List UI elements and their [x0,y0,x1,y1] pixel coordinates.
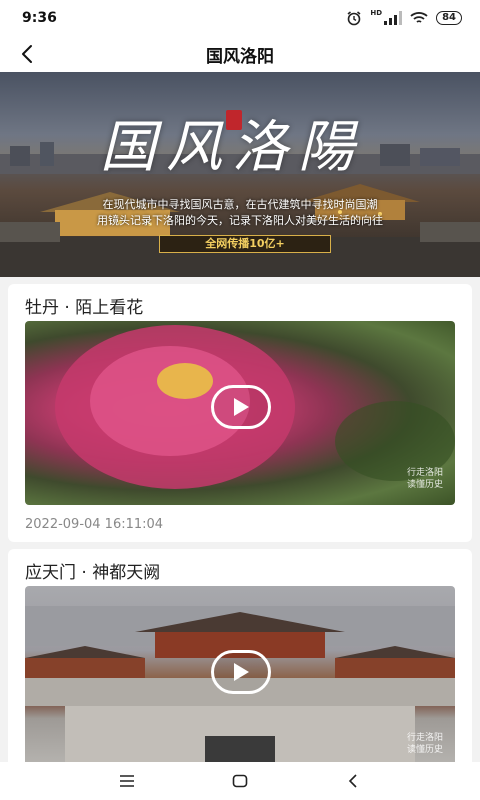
watermark-line-2: 读懂历史 [406,745,443,755]
status-time: 9:36 [22,10,57,26]
cellular-signal-icon [384,11,403,25]
network-type-label: HD [370,9,383,17]
back-button[interactable] [14,41,40,67]
alarm-icon [347,11,361,26]
play-button[interactable] [211,650,271,694]
system-back-button[interactable] [333,766,373,796]
watermark-line-2: 读懂历史 [406,480,443,490]
battery-indicator: 84 [436,11,462,25]
home-button[interactable] [220,766,260,796]
menu-button[interactable] [107,766,147,796]
back-triangle-icon [349,774,357,788]
video-date: 2022-09-04 16:11:04 [25,517,164,532]
banner-reach-badge: 全网传播10亿+ [159,235,331,253]
banner-description-line-1: 在现代城市中寻找国风古意，在古代建筑中寻找时尚国潮 [102,198,378,211]
wifi-icon [410,12,428,23]
play-icon [234,663,249,681]
chevron-left-icon [22,45,32,63]
hero-banner: 国风洛陽 在现代城市中寻找国风古意，在古代建筑中寻找时尚国潮 用镜头记录下洛阳的… [0,72,480,277]
system-navigation-bar [0,762,480,800]
status-bar: 9:36 HD 84 [0,0,480,36]
video-thumbnail[interactable]: 行走洛阳 读懂历史 [25,321,455,505]
play-button[interactable] [211,385,271,429]
video-title: 应天门 · 神都天阙 [25,563,161,583]
home-icon [232,774,248,788]
video-watermark: 行走洛阳 读懂历史 [407,467,443,491]
status-icons: HD 84 [346,9,462,26]
watermark-line-1: 行走洛阳 [406,733,443,743]
video-watermark: 行走洛阳 读懂历史 [407,732,443,756]
top-nav-bar: 国风洛阳 [0,36,480,72]
menu-icon [119,775,134,787]
video-thumbnail[interactable]: 行走洛阳 读懂历史 [25,586,455,770]
banner-seal [226,110,242,130]
page-title: 国风洛阳 [206,46,274,67]
video-title: 牡丹 · 陌上看花 [25,298,144,318]
play-icon [234,398,249,416]
watermark-line-1: 行走洛阳 [406,468,443,478]
video-card[interactable]: 牡丹 · 陌上看花 行走洛阳 读懂历史 2022-09-04 16:11:04 [8,284,472,542]
banner-description-line-2: 用镜头记录下洛阳的今天，记录下洛阳人对美好生活的向往 [97,214,383,227]
video-card[interactable]: 应天门 · 神都天阙 行走洛阳 读懂历史 [8,549,472,770]
